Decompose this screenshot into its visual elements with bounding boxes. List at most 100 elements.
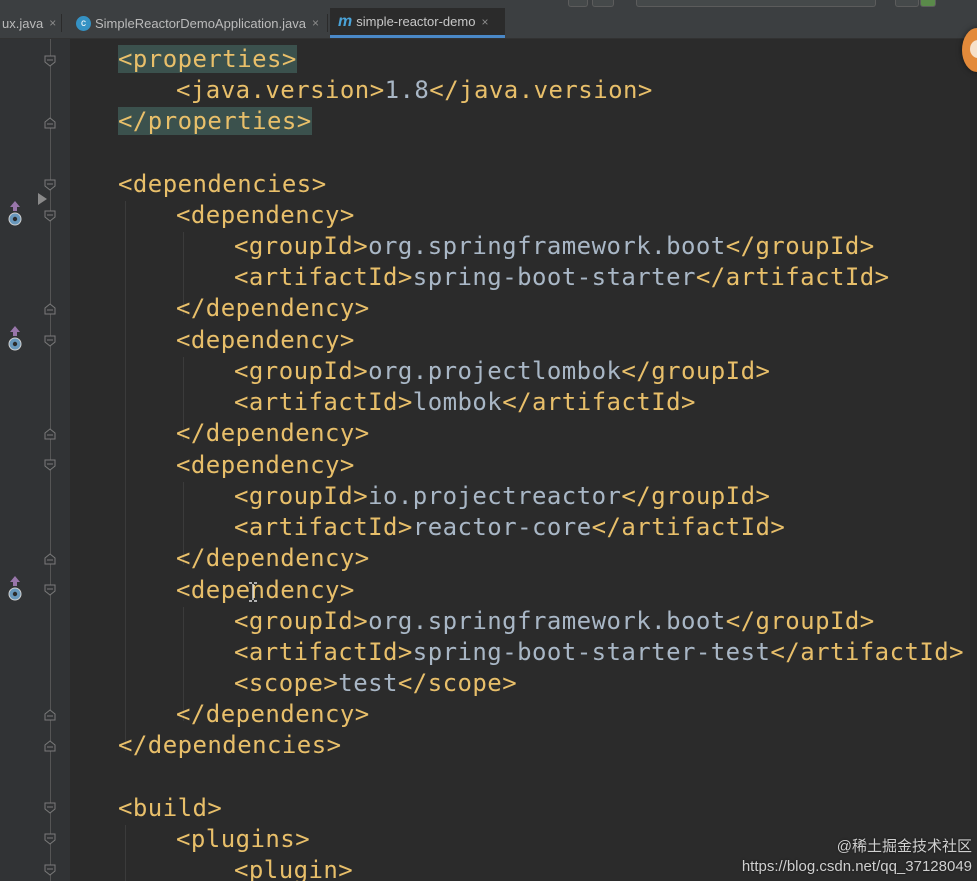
run-arrow-icon[interactable] (38, 193, 47, 205)
xml-open-tag: <groupId> (234, 482, 369, 510)
xml-close-tag: </dependency> (176, 294, 370, 322)
xml-value: org.springframework.boot (368, 232, 726, 260)
code-line: </dependency> (176, 293, 370, 324)
code-line: </dependencies> (118, 730, 342, 761)
code-line: <dependency> (176, 575, 355, 606)
text-cursor-icon (248, 582, 258, 602)
code-line: <groupId>org.springframework.boot</group… (234, 606, 875, 637)
code-line: <dependency> (176, 325, 355, 356)
xml-close-tag: </artifactId> (591, 513, 786, 541)
xml-open-tag: <scope> (234, 669, 339, 697)
fold-open-icon[interactable] (44, 55, 56, 67)
dependency-navigate-icon[interactable] (7, 326, 23, 351)
run-configuration-selector[interactable] (636, 0, 876, 7)
watermark: @稀土掘金技术社区 https://blog.csdn.net/qq_37128… (722, 837, 972, 877)
xml-open-tag: <java.version> (176, 76, 385, 104)
xml-close-tag: </artifactId> (770, 638, 965, 666)
fold-open-icon[interactable] (44, 459, 56, 471)
fold-close-icon[interactable] (44, 553, 56, 565)
code-line: <plugin> (234, 855, 353, 881)
fold-open-icon[interactable] (44, 864, 56, 876)
tab-label: SimpleReactorDemoApplication.java (95, 15, 306, 31)
code-line: </dependency> (176, 543, 370, 574)
code-line: <groupId>org.springframework.boot</group… (234, 231, 875, 262)
code-line: <properties> (118, 44, 297, 75)
toolbar-button[interactable] (895, 0, 919, 7)
code-line: <groupId>org.projectlombok</groupId> (234, 356, 770, 387)
xml-open-tag: <groupId> (234, 607, 369, 635)
editor-tab-bar: ux.java × c SimpleReactorDemoApplication… (0, 0, 977, 39)
dependency-navigate-icon[interactable] (7, 576, 23, 601)
fold-close-icon[interactable] (44, 303, 56, 315)
code-line: <plugins> (176, 824, 310, 855)
close-icon[interactable]: × (481, 15, 488, 29)
fold-close-icon[interactable] (44, 709, 56, 721)
tab-simple-reactor-demo-application[interactable]: c SimpleReactorDemoApplication.java × (70, 8, 328, 38)
close-icon[interactable]: × (312, 16, 319, 30)
toolbar-button[interactable] (568, 0, 588, 7)
xml-value: test (338, 669, 398, 697)
xml-value: 1.8 (384, 76, 430, 104)
xml-value: spring-boot-starter (412, 263, 696, 291)
xml-close-tag: </dependency> (176, 544, 370, 572)
fold-open-icon[interactable] (44, 210, 56, 222)
close-icon[interactable]: × (49, 16, 56, 30)
fold-close-icon[interactable] (44, 428, 56, 440)
xml-value: io.projectreactor (368, 482, 622, 510)
code-line: <artifactId>lombok</artifactId> (234, 387, 696, 418)
code-line: <artifactId>spring-boot-starter-test</ar… (234, 637, 964, 668)
xml-close-tag: </groupId> (621, 357, 771, 385)
xml-close-tag: </dependencies> (118, 731, 342, 759)
xml-open-tag: <artifactId> (234, 638, 413, 666)
xml-open-tag: <artifactId> (234, 388, 413, 416)
tab-simple-reactor-demo[interactable]: m simple-reactor-demo × (330, 8, 505, 38)
code-line: <java.version>1.8</java.version> (176, 75, 653, 106)
xml-close-tag: </properties> (118, 107, 312, 135)
toolbar-button[interactable] (592, 0, 614, 7)
code-line: <artifactId>spring-boot-starter</artifac… (234, 262, 890, 293)
tab-label: ux.java (2, 15, 44, 31)
xml-close-tag: </java.version> (429, 76, 653, 104)
fold-open-icon[interactable] (44, 179, 56, 191)
fold-open-icon[interactable] (44, 335, 56, 347)
xml-open-tag: <dependency> (176, 451, 355, 479)
watermark-line: https://blog.csdn.net/qq_37128049 (741, 858, 972, 875)
xml-value: reactor-core (412, 513, 592, 541)
fold-open-icon[interactable] (44, 802, 56, 814)
xml-value: spring-boot-starter-test (412, 638, 771, 666)
watermark-line: @稀土掘金技术社区 (836, 838, 972, 855)
fold-open-icon[interactable] (44, 833, 56, 845)
xml-close-tag: </groupId> (621, 482, 771, 510)
run-icon[interactable] (920, 0, 936, 7)
code-line: </dependency> (176, 418, 370, 449)
fold-close-icon[interactable] (44, 740, 56, 752)
maven-icon: m (338, 12, 353, 30)
xml-open-tag: <groupId> (234, 357, 369, 385)
xml-open-tag: <groupId> (234, 232, 369, 260)
xml-open-tag: <dependency> (176, 576, 355, 604)
xml-close-tag: </groupId> (725, 232, 875, 260)
code-line: <dependency> (176, 200, 355, 231)
fold-open-icon[interactable] (44, 584, 56, 596)
xml-open-tag: <dependency> (176, 326, 355, 354)
indent-guide (125, 201, 126, 751)
xml-value: org.springframework.boot (368, 607, 726, 635)
tab-ux-java[interactable]: ux.java × (0, 8, 62, 38)
code-line: <scope>test</scope> (234, 668, 517, 699)
spring-boot-class-icon: c (76, 15, 91, 31)
fold-close-icon[interactable] (44, 117, 56, 129)
xml-value: org.projectlombok (368, 357, 622, 385)
code-line: </dependency> (176, 699, 370, 730)
xml-close-tag: </dependency> (176, 700, 370, 728)
xml-open-tag: <dependency> (176, 201, 355, 229)
xml-open-tag: <build> (118, 794, 223, 822)
xml-open-tag: <artifactId> (234, 263, 413, 291)
indent-guide (125, 825, 126, 881)
xml-close-tag: </artifactId> (695, 263, 890, 291)
code-editor[interactable]: <properties> <java.version>1.8</java.ver… (0, 39, 977, 881)
xml-close-tag: </scope> (397, 669, 518, 697)
code-line: <artifactId>reactor-core</artifactId> (234, 512, 785, 543)
dependency-navigate-icon[interactable] (7, 201, 23, 226)
xml-open-tag: <plugins> (176, 825, 311, 853)
editor-gutter (0, 39, 70, 881)
